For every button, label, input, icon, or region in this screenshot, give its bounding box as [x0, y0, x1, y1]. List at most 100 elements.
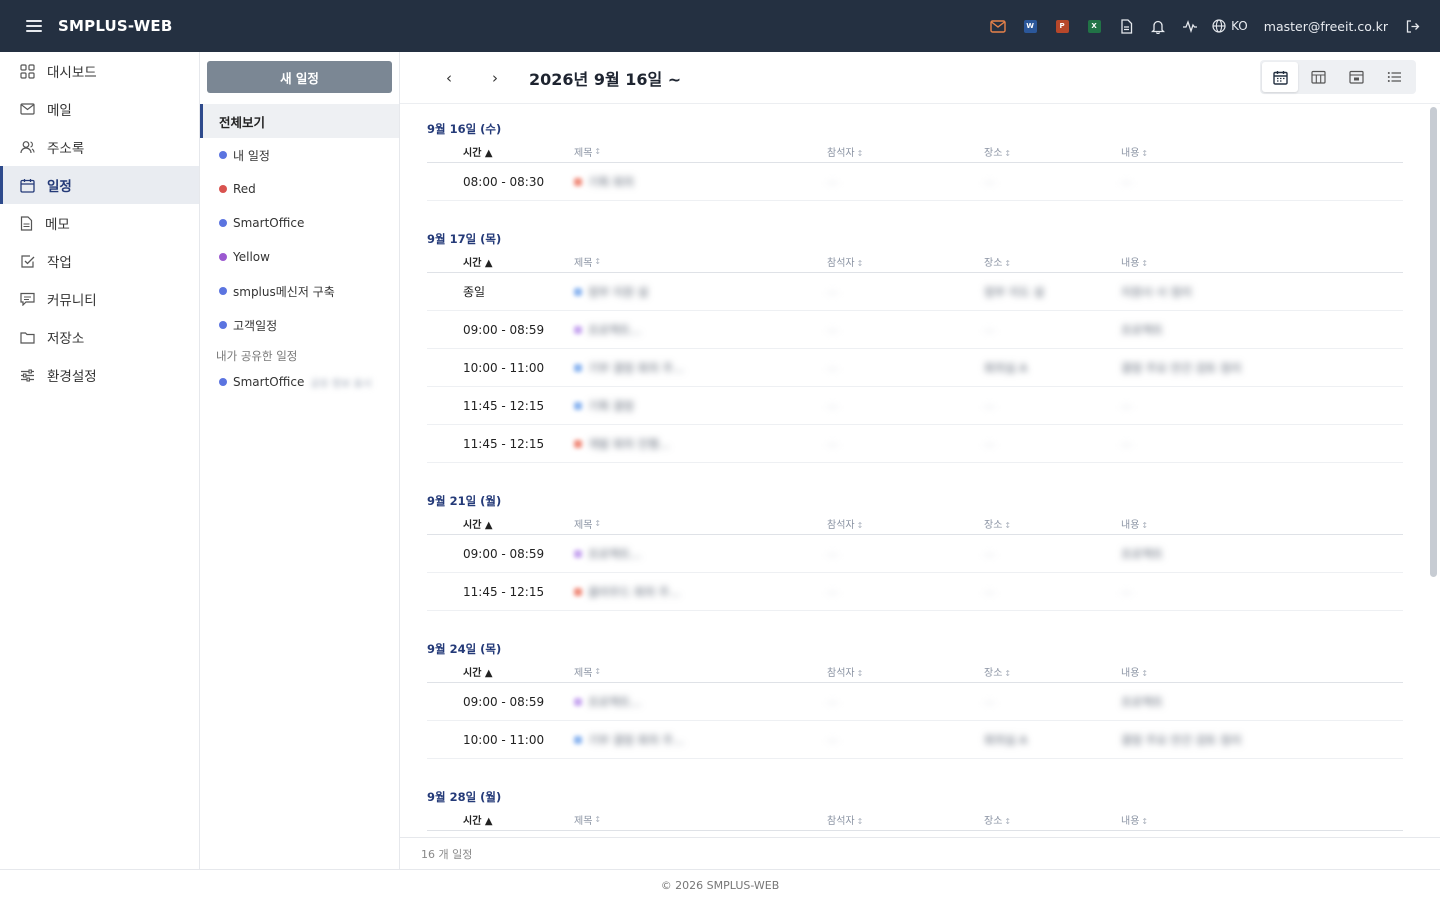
column-header-label: 참석자 [827, 668, 855, 679]
powerpoint-icon[interactable]: P [1046, 0, 1078, 52]
nav-item-schedule[interactable]: 일정 [0, 166, 199, 204]
column-header-label: 시간 ▲ [463, 258, 493, 269]
list-view-icon[interactable] [1376, 62, 1412, 92]
event-content-value: 프로젝트 [1121, 694, 1164, 709]
column-header-time[interactable]: 시간 ▲ [427, 516, 574, 531]
calendar-week-icon[interactable] [1300, 62, 1336, 92]
table-row[interactable]: 11:45 - 12:15 개발 회의 진행... — — — [427, 425, 1403, 463]
check-square-icon [21, 254, 35, 268]
column-header-title[interactable]: 제목 ↕ [574, 254, 827, 269]
column-header-time[interactable]: 시간 ▲ [427, 664, 574, 679]
excel-icon[interactable]: X [1078, 0, 1110, 52]
nav-item-community[interactable]: 커뮤니티 [0, 280, 199, 318]
sort-icon: ↕ [1004, 521, 1012, 530]
list-scrollbar[interactable] [1430, 107, 1437, 577]
table-row[interactable]: 종일 정부 지원 설 — 정부 지도 설 지원사 사 정리 [427, 273, 1403, 311]
event-attendees-value: — [827, 285, 838, 299]
column-header-title[interactable]: 제목 ↕ [574, 812, 827, 827]
column-header-place[interactable]: 장소 ↕ [984, 254, 1121, 269]
nav-item-contacts[interactable]: 주소록 [0, 128, 199, 166]
column-header-content[interactable]: 내용 ↕ [1121, 254, 1403, 269]
sort-icon: ↕ [1004, 669, 1012, 678]
column-header-attendees[interactable]: 참석자 ↕ [827, 254, 984, 269]
nav-item-tasks[interactable]: 작업 [0, 242, 199, 280]
bell-icon[interactable] [1142, 0, 1174, 52]
event-color-swatch [574, 439, 582, 448]
word-icon[interactable]: W [1014, 0, 1046, 52]
event-content-value: 결정 주요 안건 검토 정리 [1121, 360, 1242, 375]
language-selector[interactable]: KO [1212, 19, 1248, 33]
calendar-item-messenger[interactable]: smplus메신저 구축 [200, 274, 399, 308]
event-title-cell: 정부 지원 설 [574, 284, 827, 300]
nav-item-dashboard[interactable]: 대시보드 [0, 52, 199, 90]
day-group: 9월 21일 (월) 시간 ▲ 제목 ↕ 참석자 ↕ 장소 ↕ 내용 ↕ 09:00 - 08:59… [427, 477, 1403, 611]
calendar-item-red[interactable]: Red [200, 172, 399, 206]
sort-icon: ↕ [594, 257, 602, 266]
prev-range-button[interactable]: ‹ [437, 66, 461, 90]
event-color-swatch [574, 587, 582, 596]
column-header-place[interactable]: 장소 ↕ [984, 516, 1121, 531]
event-time: 10:00 - 11:00 [463, 732, 545, 747]
nav-item-settings[interactable]: 환경설정 [0, 356, 199, 394]
column-header-label: 내용 [1121, 148, 1140, 159]
event-title-cell: 개발 회의 진행... [574, 436, 827, 452]
column-header-place[interactable]: 장소 ↕ [984, 812, 1121, 827]
column-header-attendees[interactable]: 참석자 ↕ [827, 516, 984, 531]
column-header-label: 내용 [1121, 258, 1140, 269]
column-header-content[interactable]: 내용 ↕ [1121, 812, 1403, 827]
nav-item-memo[interactable]: 메모 [0, 204, 199, 242]
schedule-list[interactable]: 9월 16일 (수) 시간 ▲ 제목 ↕ 참석자 ↕ 장소 ↕ 내용 ↕ 08:00 - 08:30… [400, 105, 1440, 837]
calendar-day-icon[interactable] [1338, 62, 1374, 92]
menu-toggle-icon[interactable] [26, 20, 42, 32]
mail-icon[interactable] [982, 0, 1014, 52]
column-header-label: 시간 ▲ [463, 816, 493, 827]
column-header-content[interactable]: 내용 ↕ [1121, 664, 1403, 679]
user-email[interactable]: master@freeit.co.kr [1264, 19, 1388, 34]
column-header-content[interactable]: 내용 ↕ [1121, 516, 1403, 531]
shared-calendar-item[interactable]: SmartOffice 공유 정보 표시 [200, 370, 399, 394]
column-header-time[interactable]: 시간 ▲ [427, 812, 574, 827]
calendar-view-all[interactable]: 전체보기 [200, 104, 399, 138]
column-header-content[interactable]: 내용 ↕ [1121, 144, 1403, 159]
event-attendees: — [827, 399, 984, 413]
table-row[interactable]: 11:45 - 12:15 클라우드 회의 주... — — — [427, 573, 1403, 611]
sort-icon: ↕ [1004, 149, 1012, 158]
column-header-title[interactable]: 제목 ↕ [574, 664, 827, 679]
sort-icon: ↕ [856, 521, 864, 530]
next-range-button[interactable]: › [483, 66, 507, 90]
calendar-item-smartoffice[interactable]: SmartOffice [200, 206, 399, 240]
table-row[interactable]: 10:00 - 11:00 기부 결정 회의 주... — 회의실 A 결정 주요 안건… [427, 349, 1403, 387]
table-row[interactable]: 09:00 - 08:59 프로젝트... — — 프로젝트 [427, 683, 1403, 721]
column-header-time[interactable]: 시간 ▲ [427, 144, 574, 159]
event-attendees-value: — [827, 361, 838, 375]
calendar-item-yellow[interactable]: Yellow [200, 240, 399, 274]
column-header-attendees[interactable]: 참석자 ↕ [827, 144, 984, 159]
table-header: 시간 ▲ 제목 ↕ 참석자 ↕ 장소 ↕ 내용 ↕ [427, 661, 1403, 683]
table-row[interactable]: 11:45 - 12:15 기획 결정 — — — [427, 387, 1403, 425]
event-attendees-value: — [827, 585, 838, 599]
column-header-attendees[interactable]: 참석자 ↕ [827, 664, 984, 679]
activity-icon[interactable] [1174, 0, 1206, 52]
document-icon[interactable] [1110, 0, 1142, 52]
column-header-place[interactable]: 장소 ↕ [984, 664, 1121, 679]
table-row[interactable]: 09:00 - 08:59 프로젝트... — — 프로젝트 [427, 311, 1403, 349]
calendar-item-mine[interactable]: 내 일정 [200, 138, 399, 172]
event-content: — [1121, 585, 1403, 599]
table-row[interactable]: 08:00 - 08:30 기획 회의 — — — [427, 163, 1403, 201]
table-header: 시간 ▲ 제목 ↕ 참석자 ↕ 장소 ↕ 내용 ↕ [427, 513, 1403, 535]
column-header-title[interactable]: 제목 ↕ [574, 144, 827, 159]
column-header-time[interactable]: 시간 ▲ [427, 254, 574, 269]
calendar-item-customer[interactable]: 고객일정 [200, 308, 399, 342]
table-row[interactable]: 09:00 - 08:59 프로젝트... — — 프로젝트 [427, 535, 1403, 573]
table-row[interactable]: 10:00 - 11:00 기부 결정 회의 주... — 회의실 A 결정 주요 안건… [427, 721, 1403, 759]
column-header-place[interactable]: 장소 ↕ [984, 144, 1121, 159]
calendar-month-icon[interactable] [1262, 62, 1298, 92]
nav-item-storage[interactable]: 저장소 [0, 318, 199, 356]
logout-icon[interactable] [1400, 0, 1424, 52]
new-schedule-button[interactable]: 새 일정 [207, 61, 392, 93]
brand-title: SMPLUS-WEB [58, 17, 173, 35]
event-title-cell: 기부 결정 회의 주... [574, 732, 827, 748]
column-header-title[interactable]: 제목 ↕ [574, 516, 827, 531]
nav-item-mail[interactable]: 메일 [0, 90, 199, 128]
column-header-attendees[interactable]: 참석자 ↕ [827, 812, 984, 827]
